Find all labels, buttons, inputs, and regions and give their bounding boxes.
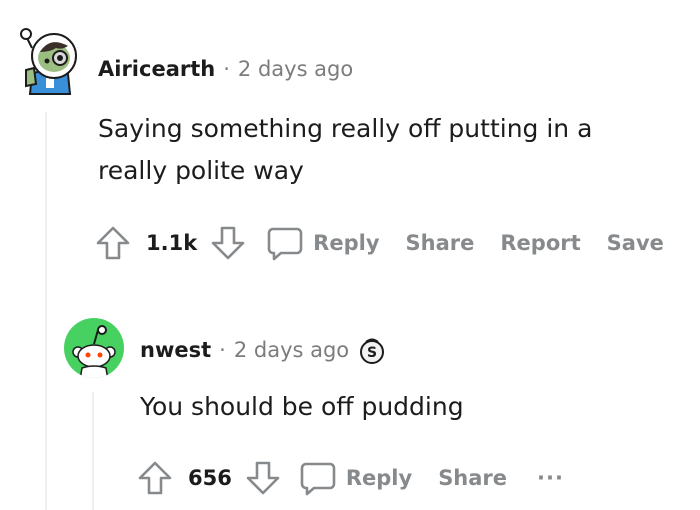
username[interactable]: nwest [140, 338, 211, 362]
report-button[interactable]: Report [500, 231, 580, 255]
upvote-arrow-icon[interactable] [136, 459, 174, 497]
meta-separator: · [223, 57, 230, 81]
upvote-arrow-icon[interactable] [94, 224, 132, 262]
comment-body-line: really polite way [98, 156, 304, 185]
thread-line-parent[interactable] [45, 112, 47, 510]
comment-actions: 656 Reply Share ··· [136, 457, 564, 499]
more-options-button[interactable]: ··· [537, 466, 564, 490]
reply-label: Reply [313, 231, 380, 255]
vote-count: 656 [188, 466, 232, 490]
coin-award-icon[interactable]: S [359, 335, 385, 365]
comment-body: Saying something really off putting in a… [98, 108, 592, 192]
snoo-avatar-icon[interactable] [20, 22, 80, 98]
thread-line-reply[interactable] [92, 392, 94, 510]
meta-separator: · [219, 338, 226, 362]
comment-body-line: You should be off pudding [140, 392, 464, 421]
reply-button[interactable]: Reply [265, 224, 380, 262]
comment-meta: Airicearth · 2 days ago [98, 54, 353, 84]
comment-body: You should be off pudding [140, 386, 464, 428]
comment-actions: 1.1k Reply Share Report Save [94, 222, 664, 264]
downvote-arrow-icon[interactable] [244, 459, 282, 497]
comment-body-line: Saying something really off putting in a [98, 114, 593, 143]
downvote-arrow-icon[interactable] [209, 224, 247, 262]
svg-text:S: S [367, 345, 377, 361]
username[interactable]: Airicearth [98, 57, 215, 81]
reply-button[interactable]: Reply [298, 459, 412, 497]
timestamp[interactable]: 2 days ago [238, 57, 353, 81]
snoo-avatar-icon[interactable] [64, 318, 124, 378]
comment-bubble-icon [265, 224, 305, 262]
vote-count: 1.1k [146, 231, 198, 255]
comment-meta: nwest · 2 days ago S [140, 335, 385, 365]
share-button[interactable]: Share [438, 466, 507, 490]
save-button[interactable]: Save [607, 231, 664, 255]
share-button[interactable]: Share [406, 231, 475, 255]
reply-label: Reply [345, 466, 413, 490]
comment-bubble-icon [298, 459, 338, 497]
timestamp[interactable]: 2 days ago [234, 338, 349, 362]
